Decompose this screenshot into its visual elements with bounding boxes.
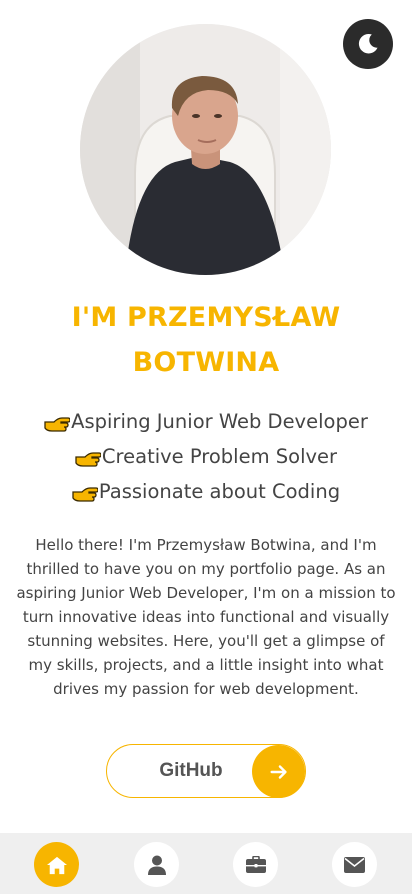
bottom-nav — [0, 833, 412, 894]
pointing-hand-icon — [72, 486, 98, 502]
role-label: Passionate about Coding — [98, 480, 341, 503]
page-title-line1: I'M PRZEMYSŁAW — [71, 302, 341, 333]
nav-portfolio[interactable] — [233, 842, 278, 887]
role-item: Passionate about Coding — [0, 480, 412, 503]
nav-home[interactable] — [34, 842, 79, 887]
pointing-hand-icon — [44, 416, 71, 432]
pointing-hand-icon — [75, 451, 101, 467]
user-icon — [147, 855, 166, 875]
arrow-right-icon — [252, 745, 305, 798]
theme-toggle-button[interactable] — [343, 19, 393, 69]
bio-text: Hello there! I'm Przemysław Botwina, and… — [16, 536, 396, 698]
moon-icon — [358, 33, 378, 54]
nav-about[interactable] — [134, 842, 179, 887]
github-button[interactable]: GitHub — [106, 744, 306, 798]
home-icon — [46, 856, 67, 874]
envelope-icon — [344, 856, 365, 873]
role-item: Aspiring Junior Web Developer — [0, 410, 412, 433]
role-label: Creative Problem Solver — [101, 445, 338, 468]
github-button-label: GitHub — [159, 760, 223, 781]
profile-photo — [80, 24, 331, 275]
nav-contact[interactable] — [332, 842, 377, 887]
page-title-line2: BOTWINA — [132, 347, 280, 378]
briefcase-icon — [245, 855, 266, 873]
role-item: Creative Problem Solver — [0, 445, 412, 468]
role-label: Aspiring Junior Web Developer — [71, 410, 368, 433]
